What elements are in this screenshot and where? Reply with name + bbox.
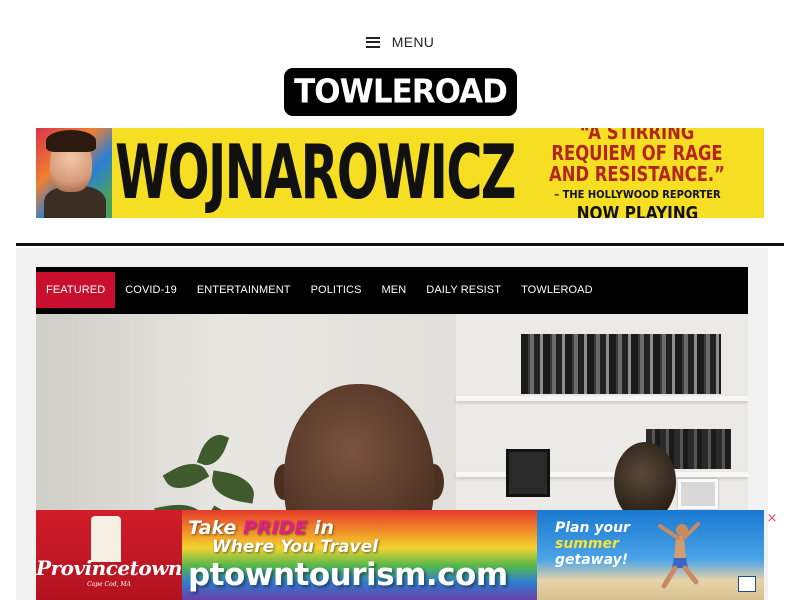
ad-plan-line-3: getaway! [555, 552, 629, 568]
header-divider [16, 243, 784, 246]
tab-entertainment[interactable]: ENTERTAINMENT [187, 272, 301, 308]
ad-tagline-2: Where You Travel [212, 537, 379, 557]
tab-men[interactable]: MEN [372, 272, 417, 308]
jumping-man-image [658, 522, 700, 589]
ad-beach-panel: Plan your summer getaway! [537, 510, 764, 600]
ad-plan-line-1: Plan your [555, 520, 630, 536]
banner-source: – THE HOLLYWOOD REPORTER [553, 188, 721, 201]
bottom-sticky-ad[interactable]: Provincetown Cape Cod, MA Take PRIDE in … [36, 510, 764, 600]
ad-brand-sub: Cape Cod, MA [87, 581, 131, 588]
ad-middle-panel: Take PRIDE in Where You Travel ptowntour… [182, 510, 537, 600]
tab-towleroad[interactable]: TOWLEROAD [511, 272, 603, 308]
ad-take: Take [188, 517, 237, 539]
close-ad-icon[interactable]: × [766, 512, 778, 526]
ad-plan-line-2: summer [555, 536, 619, 552]
menu-button[interactable]: MENU [0, 30, 800, 54]
top-banner-ad[interactable]: WOJNAROWICZ “A STIRRING REQUIEM OF RAGE … [36, 128, 764, 218]
tab-covid-19[interactable]: COVID-19 [115, 272, 187, 308]
ad-brand-panel: Provincetown Cape Cod, MA [36, 510, 182, 600]
banner-cta: NOW PLAYING [576, 203, 698, 218]
ad-url: ptowntourism.com [188, 557, 508, 593]
banner-quote: “A STIRRING REQUIEM OF RAGE AND RESISTAN… [549, 128, 725, 186]
page: MENU TOWLEROAD WOJNAROWICZ “A STIRRING R… [0, 0, 800, 600]
site-logo[interactable]: TOWLEROAD [284, 68, 517, 116]
logo-text: TOWLEROAD [294, 73, 508, 111]
banner-portrait-image [36, 128, 112, 218]
tab-featured[interactable]: FEATURED [36, 272, 116, 308]
banner-right: “A STIRRING REQUIEM OF RAGE AND RESISTAN… [518, 128, 764, 218]
ad-tagline-1: Take PRIDE in [188, 517, 537, 539]
ad-in: in [314, 517, 335, 539]
tab-politics[interactable]: POLITICS [301, 272, 372, 308]
tab-daily-resist[interactable]: DAILY RESIST [416, 272, 511, 308]
banner-title: WOJNAROWICZ [115, 129, 516, 217]
category-nav: FEATURED COVID-19 ENTERTAINMENT POLITICS… [36, 267, 748, 314]
ad-plan-text: Plan your summer getaway! [555, 520, 630, 568]
menu-label: MENU [391, 34, 435, 50]
badge-logo-icon [738, 576, 756, 592]
hamburger-icon [365, 36, 380, 48]
ad-brand: Provincetown [36, 556, 182, 580]
ad-pride: PRIDE [243, 517, 308, 539]
